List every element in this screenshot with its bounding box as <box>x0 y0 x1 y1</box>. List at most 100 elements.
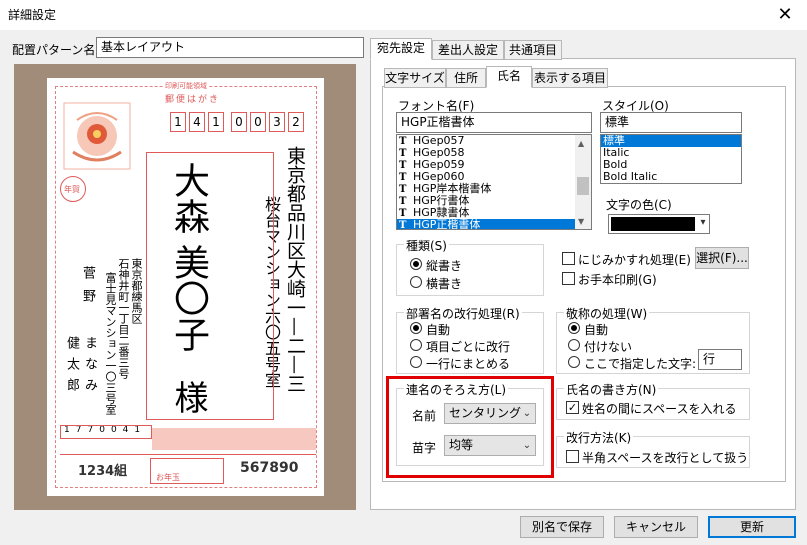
nenga-stamp-label: 年賀 <box>64 185 80 194</box>
otoshidama-label: お年玉 <box>156 473 180 482</box>
style-list-item[interactable]: Bold Italic <box>601 171 741 183</box>
lottery-band <box>152 428 316 450</box>
postal-digit: 4 <box>189 112 205 132</box>
lottery-number: 567890 <box>240 460 299 476</box>
radio-horizontal[interactable] <box>410 276 422 288</box>
font-name-input[interactable]: HGP正楷書体 <box>396 112 592 133</box>
stamp-illustration <box>63 102 131 170</box>
title-bar <box>0 0 807 30</box>
nijimi-checkbox[interactable] <box>562 252 575 265</box>
tab-common[interactable]: 共通項目 <box>504 40 562 60</box>
tab-recipient[interactable]: 宛先設定 <box>370 38 432 60</box>
postal-digit: 2 <box>288 112 304 132</box>
scroll-up-icon[interactable]: ▲ <box>578 139 584 148</box>
recipient-honorific: 様 <box>168 380 208 414</box>
name-space-label[interactable]: 姓名の間にスペースを入れる <box>582 400 737 417</box>
joint-family-select[interactable]: 均等 ⌄ <box>444 435 536 456</box>
tab-display-items[interactable]: 表示する項目 <box>532 68 608 88</box>
sender-family-name: 菅野 <box>80 266 95 312</box>
tab-address[interactable]: 住所 <box>446 68 486 88</box>
joint-given-select[interactable]: センタリング ⌄ <box>444 403 536 424</box>
sender-joint-name: まなみ <box>82 336 97 399</box>
scroll-down-icon[interactable]: ▼ <box>578 217 584 226</box>
color-swatch <box>611 217 695 231</box>
tab-name[interactable]: 氏名 <box>486 66 532 88</box>
tab-sender[interactable]: 差出人設定 <box>432 40 504 60</box>
dept-title: 部署名の改行処理(R) <box>404 305 522 322</box>
sender-postal-frame <box>60 425 152 439</box>
honorific-custom-input[interactable]: 行 <box>698 349 742 370</box>
joint-title: 連名のそろえ方(L) <box>404 381 509 398</box>
cancel-button[interactable]: キャンセル <box>614 516 698 538</box>
sender-given-name: 健太郎 <box>64 336 79 399</box>
postal-digit: 1 <box>208 112 224 132</box>
honorific-title: 敬称の処理(W) <box>564 305 650 322</box>
radio-dept-each-label[interactable]: 項目ごとに改行 <box>426 338 510 355</box>
save-as-button[interactable]: 別名で保存 <box>520 516 604 538</box>
radio-honorific-none[interactable] <box>568 339 580 351</box>
sender-address-line2: 石神井町一丁目二番三号 <box>117 258 130 379</box>
window-title: 詳細設定 <box>8 8 57 22</box>
font-list-item-selected[interactable]: T HGP正楷書体 <box>397 219 575 230</box>
name-write-title: 氏名の書き方(N) <box>564 381 659 398</box>
postal-digit: 1 <box>170 112 186 132</box>
radio-dept-oneline-label[interactable]: 一行にまとめる <box>426 355 510 372</box>
truetype-icon: T <box>399 220 407 230</box>
nijimi-label[interactable]: にじみかすれ処理(E) <box>578 251 691 268</box>
radio-honorific-none-label[interactable]: 付けない <box>584 338 632 355</box>
linebreak-checkbox[interactable] <box>566 450 579 463</box>
font-list-scrollbar[interactable]: ▲ ▼ <box>575 135 591 229</box>
sender-address-line3: 富士見マンション一〇三号室 <box>104 272 117 415</box>
radio-honorific-custom[interactable] <box>568 356 580 368</box>
name-space-checkbox[interactable]: ✓ <box>566 401 579 414</box>
recipient-given-name: 美〇子 <box>168 244 209 352</box>
color-label: 文字の色(C) <box>606 198 672 212</box>
joint-family-value: 均等 <box>449 438 474 452</box>
postal-digit: 0 <box>231 112 247 132</box>
chevron-down-icon[interactable]: ⌄ <box>519 404 535 423</box>
joint-given-label: 名前 <box>412 409 437 423</box>
style-list[interactable]: 標準 Italic Bold Bold Italic <box>600 134 742 184</box>
postal-digit: 0 <box>250 112 266 132</box>
radio-dept-auto-label[interactable]: 自動 <box>426 321 450 338</box>
print-area-label: 印刷可能領域 <box>163 81 209 91</box>
pattern-label: 配置パターン名 <box>12 43 96 57</box>
sender-address-line1: 東京都練馬区 <box>130 258 143 324</box>
linebreak-title: 改行方法(K) <box>564 429 634 446</box>
radio-dept-oneline[interactable] <box>410 356 422 368</box>
close-icon[interactable]: ✕ <box>770 2 800 28</box>
linebreak-label[interactable]: 半角スペースを改行として扱う <box>582 449 748 466</box>
tab-font-size[interactable]: 文字サイズ <box>384 68 446 88</box>
chevron-down-icon[interactable]: ▾ <box>695 214 711 232</box>
scroll-thumb[interactable] <box>577 177 589 195</box>
recipient-name-frame <box>146 152 274 420</box>
radio-vertical-label[interactable]: 縦書き <box>426 257 462 274</box>
otehon-label[interactable]: お手本印刷(G) <box>578 271 657 288</box>
radio-honorific-auto[interactable] <box>568 322 580 334</box>
joint-family-label: 苗字 <box>412 441 437 455</box>
radio-dept-auto[interactable] <box>410 322 422 334</box>
postcard-label: 郵便はがき <box>165 95 221 105</box>
update-button[interactable]: 更新 <box>708 516 796 538</box>
chevron-down-icon[interactable]: ⌄ <box>519 436 535 455</box>
radio-honorific-custom-label[interactable]: ここで指定した文字: <box>584 355 696 372</box>
radio-dept-each[interactable] <box>410 339 422 351</box>
postal-code-boxes: 1 4 1 0 0 3 2 <box>170 112 304 132</box>
lottery-group: 1234組 <box>78 464 128 479</box>
style-input[interactable]: 標準 <box>600 112 742 133</box>
radio-vertical[interactable] <box>410 258 422 270</box>
otehon-checkbox[interactable] <box>562 272 575 285</box>
select-button[interactable]: 選択(F)... <box>695 247 749 269</box>
radio-honorific-auto-label[interactable]: 自動 <box>584 321 608 338</box>
camellia-icon <box>63 102 131 170</box>
kind-title: 種類(S) <box>404 237 449 254</box>
font-list[interactable]: T HGep057 T HGep058 T HGep059 T HGep060 T HGP… <box>396 134 592 230</box>
radio-horizontal-label[interactable]: 横書き <box>426 275 462 292</box>
recipient-address-line1: 東京都品川区大崎一—二—三 <box>284 146 306 393</box>
postal-digit: 3 <box>269 112 285 132</box>
pattern-name-input[interactable]: 基本レイアウト <box>96 37 364 58</box>
color-picker[interactable]: ▾ <box>608 214 710 234</box>
joint-given-value: センタリング <box>449 406 522 420</box>
sender-postal-boxes: 1 7 7 0 0 4 1 <box>60 425 152 439</box>
recipient-family-name: 大森 <box>168 162 209 234</box>
